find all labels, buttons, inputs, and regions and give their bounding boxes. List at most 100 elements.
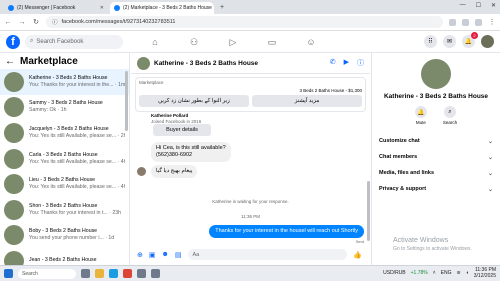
composer: ⊕ ▣ ☻ ▤ Aa 👍 <box>131 244 370 265</box>
search-button[interactable]: ⌕ Search <box>443 106 457 125</box>
listing-thumbnail[interactable] <box>137 56 150 70</box>
chevron-down-icon: ⌄ <box>487 186 493 193</box>
gif-icon[interactable]: ▤ <box>175 251 182 259</box>
chat-title[interactable]: Katherine - 3 Beds 2 Baths House <box>154 60 258 67</box>
row-label: Privacy & support <box>379 186 427 192</box>
plus-icon[interactable]: ⊕ <box>137 251 143 259</box>
store-icon[interactable] <box>137 269 146 278</box>
message-input[interactable]: Aa <box>187 249 348 260</box>
extension-icon[interactable] <box>449 18 456 26</box>
minimize-icon[interactable]: — <box>460 2 466 9</box>
edge-icon[interactable] <box>109 269 118 278</box>
groups-icon[interactable]: ☺ <box>306 37 316 47</box>
back-icon[interactable]: ← <box>4 19 12 26</box>
file-explorer-icon[interactable] <box>95 269 104 278</box>
new-tab-button[interactable]: + <box>216 2 228 14</box>
conversation-text: Jean - 3 Beds 2 Baths House <box>29 257 125 264</box>
chevron-down-icon: ⌄ <box>487 138 493 145</box>
call-icon[interactable]: ✆ <box>330 58 336 68</box>
media-files-row[interactable]: Media, files and links ⌄ <box>372 165 500 181</box>
tab-label: (2) Marketplace - 3 Beds 2 Baths House <box>123 5 212 11</box>
conversation-sidebar: ← Marketplace Katherine - 3 Beds 2 Baths… <box>0 53 130 265</box>
chrome-icon[interactable] <box>123 269 132 278</box>
sticker-icon[interactable]: ☻ <box>162 251 169 258</box>
clock[interactable]: 11:36 PM 3/12/2025 <box>474 267 496 279</box>
chat-members-row[interactable]: Chat members ⌄ <box>372 149 500 165</box>
back-arrow-icon[interactable]: ← <box>5 56 15 67</box>
listing-photo[interactable] <box>421 59 451 89</box>
listing-thumbnail <box>4 225 24 246</box>
list-item[interactable]: Boby - 3 Beds 2 Baths House You send your… <box>0 223 129 249</box>
taskbar-search[interactable]: Search <box>18 268 76 279</box>
watermark-title: Activate Windows <box>393 237 449 244</box>
close-tab-icon[interactable]: ✕ <box>100 5 104 11</box>
list-item[interactable]: Katherine - 3 Beds 2 Baths House You: Tha… <box>0 69 129 95</box>
video-icon[interactable]: ▷ <box>228 37 238 48</box>
customize-chat-row[interactable]: Customize chat ⌄ <box>372 133 500 149</box>
scrollbar[interactable] <box>125 71 128 131</box>
currency-ticker[interactable]: USD/RUB <box>383 270 406 276</box>
like-icon[interactable]: 👍 <box>353 251 370 259</box>
avatar[interactable] <box>137 167 146 176</box>
close-window-icon[interactable]: ✕ <box>491 2 496 9</box>
message-text: پیغام بھیج دیا گیا <box>156 168 193 174</box>
taskview-icon[interactable] <box>81 269 90 278</box>
search-icon: ⌕ <box>30 38 34 44</box>
window-controls: — ☐ ✕ <box>460 2 496 9</box>
list-item[interactable]: Sammy - 3 Beds 2 Baths House Sammy: Ok · … <box>0 95 129 121</box>
mail-icon[interactable] <box>151 269 160 278</box>
avatar[interactable] <box>481 35 494 48</box>
mute-button[interactable]: 🔔 Mute <box>414 106 427 125</box>
conversation-title: Katherine - 3 Beds 2 Baths House <box>29 74 108 81</box>
tab-marketplace[interactable]: (2) Marketplace - 3 Beds 2 Baths House ✕ <box>110 2 214 14</box>
messenger-button[interactable]: ✉ <box>443 35 456 48</box>
chevron-up-icon[interactable]: ˄ <box>433 270 436 276</box>
start-icon[interactable] <box>4 269 13 278</box>
scrollbar[interactable] <box>367 181 370 241</box>
volume-icon[interactable]: ◖ <box>466 270 469 276</box>
forward-icon[interactable]: → <box>18 19 26 26</box>
conversation-title: Jacquelyn - 3 Beds 2 Baths House <box>29 125 109 132</box>
image-icon[interactable]: ▣ <box>149 251 156 259</box>
info-icon[interactable]: ⓘ <box>357 58 364 68</box>
buyer-details-button[interactable]: Buyer details <box>153 124 211 136</box>
conversation-preview: You: Thanks for your interest in the... … <box>29 81 125 88</box>
maximize-icon[interactable]: ☐ <box>476 2 481 9</box>
facebook-logo[interactable]: f <box>6 34 20 49</box>
message-thread: Katherine Pollard Joined Facebook in 201… <box>131 113 370 244</box>
list-item[interactable]: Shon - 3 Beds 2 Baths House You: Thanks f… <box>0 197 129 223</box>
tab-messenger[interactable]: (2) Messenger | Facebook ✕ <box>4 2 108 14</box>
extension-icon[interactable] <box>462 18 469 26</box>
browser-toolbar: ← → ↻ ⓘ facebook.com/messages/t/92731402… <box>0 14 500 31</box>
privacy-support-row[interactable]: Privacy & support ⌄ <box>372 181 500 197</box>
menu-grid-icon[interactable]: ⠿ <box>424 35 437 48</box>
listing-price[interactable]: 3 Beds 2 Baths House - $1,300 <box>139 88 362 93</box>
site-info-icon[interactable]: ⓘ <box>52 18 58 26</box>
activate-windows-watermark: Activate Windows Go to Settings to activ… <box>393 237 472 253</box>
profile-icon[interactable] <box>475 18 482 26</box>
listing-thumbnail <box>4 71 24 92</box>
notifications-button[interactable]: 🔔 2 <box>462 32 478 48</box>
messenger-icon <box>8 5 14 11</box>
marketplace-card: Marketplace 3 Beds 2 Baths House - $1,30… <box>135 77 366 112</box>
system-message: Katherine is waiting for your response. <box>212 199 289 204</box>
list-item[interactable]: Carla - 3 Beds 2 Baths House You: Yes its… <box>0 146 129 172</box>
reload-icon[interactable]: ↻ <box>32 18 40 26</box>
home-icon[interactable]: ⌂ <box>150 37 160 47</box>
wifi-icon[interactable]: ≋ <box>457 270 461 276</box>
info-actions: 🔔 Mute ⌕ Search <box>372 106 500 125</box>
list-item[interactable]: Jean - 3 Beds 2 Baths House <box>0 248 129 265</box>
listing-thumbnail <box>4 250 24 265</box>
list-item[interactable]: Lieu - 3 Beds 2 Baths House You: Yes its … <box>0 171 129 197</box>
language[interactable]: ENG <box>441 270 452 276</box>
conversation-title: Lieu - 3 Beds 2 Baths House <box>29 177 96 184</box>
friends-icon[interactable]: ⚇ <box>189 37 199 48</box>
list-item[interactable]: Jacquelyn - 3 Beds 2 Baths House You: Yes… <box>0 120 129 146</box>
address-bar[interactable]: ⓘ facebook.com/messages/t/92731402327835… <box>46 16 443 28</box>
video-call-icon[interactable]: ▶ <box>344 58 349 68</box>
search-input[interactable]: ⌕ Search Facebook <box>25 34 123 49</box>
mark-pending-button[interactable]: زبر النوا کے بطور نشان زد کریں <box>139 95 249 107</box>
more-options-button[interactable]: مزید آپشنز <box>252 95 362 107</box>
menu-icon[interactable]: ⋮ <box>488 18 496 26</box>
marketplace-icon[interactable]: ▭ <box>267 37 277 48</box>
